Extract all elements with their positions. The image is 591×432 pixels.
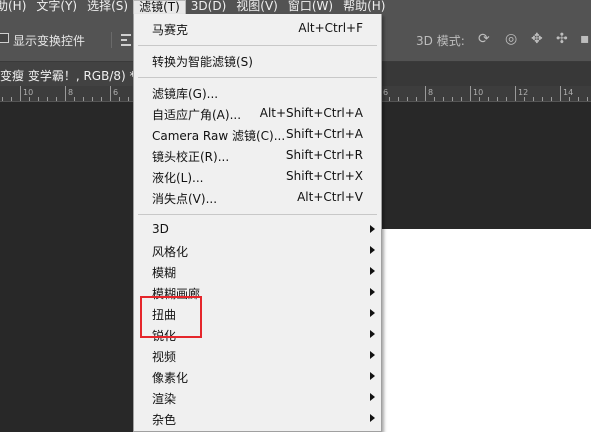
3d-drag-icon[interactable]: ✥ — [531, 30, 543, 48]
menu-item-pixelate[interactable]: 像素化 — [134, 366, 381, 387]
menu-window[interactable]: 窗口(W) — [283, 0, 338, 14]
submenu-arrow-icon — [370, 372, 375, 380]
ruler-tick — [416, 97, 417, 101]
ruler-tick — [461, 97, 462, 101]
submenu-arrow-icon — [370, 351, 375, 359]
ruler-tick — [587, 97, 588, 101]
ruler-tick — [470, 86, 471, 101]
ruler-number: 10 — [23, 88, 34, 97]
menu-item-3d[interactable]: 3D — [134, 219, 381, 240]
submenu-arrow-icon — [370, 225, 375, 233]
ruler-tick — [533, 97, 534, 101]
ruler-tick — [497, 97, 498, 101]
menu-item-convert-smart-filter[interactable]: 转换为智能滤镜(S) — [134, 50, 381, 71]
ruler-tick — [569, 97, 570, 101]
ruler-tick — [452, 97, 453, 101]
3d-scale-icon[interactable]: ▪ — [580, 30, 590, 48]
menu-divider — [138, 45, 377, 46]
document-tab[interactable]: 变瘦 变学霸！, RGB/8) * — [0, 62, 140, 86]
ruler-tick — [506, 97, 507, 101]
menu-item-lens-correction[interactable]: 镜头校正(R)... Shift+Ctrl+R — [134, 145, 381, 166]
menu-item-vanishing-point[interactable]: 消失点(V)... Alt+Ctrl+V — [134, 187, 381, 208]
ruler-tick — [551, 97, 552, 101]
document-canvas[interactable] — [382, 229, 591, 432]
ruler-tick — [389, 97, 390, 101]
align-top-icon[interactable] — [121, 33, 131, 47]
menu-filter[interactable]: 滤镜(T) — [133, 0, 186, 14]
ruler-tick — [434, 97, 435, 101]
ruler-tick — [20, 86, 21, 101]
menu-item-liquify[interactable]: 液化(L)... Shift+Ctrl+X — [134, 166, 381, 187]
ruler-number: 8 — [68, 88, 74, 97]
ruler-tick — [29, 97, 30, 101]
options-separator — [111, 32, 112, 48]
ruler-tick — [83, 97, 84, 101]
ruler-tick — [578, 97, 579, 101]
show-transform-checkbox[interactable] — [0, 33, 9, 43]
ruler-tick — [560, 86, 561, 101]
ruler-number: 14 — [563, 88, 574, 97]
ruler-tick — [56, 97, 57, 101]
ruler-tick — [65, 86, 66, 101]
ruler-number: 12 — [518, 88, 529, 97]
ruler-tick — [515, 86, 516, 101]
ruler-number: 10 — [473, 88, 484, 97]
submenu-arrow-icon — [370, 414, 375, 422]
highlight-box-distort — [140, 296, 202, 338]
menu-item-stylize[interactable]: 风格化 — [134, 240, 381, 261]
ruler-tick — [542, 97, 543, 101]
3d-roll-icon[interactable]: ◎ — [505, 30, 517, 48]
3d-slide-icon[interactable]: ✣ — [556, 30, 568, 48]
ruler-tick — [443, 97, 444, 101]
ruler-number: 6 — [383, 88, 389, 97]
submenu-arrow-icon — [370, 330, 375, 338]
ruler-tick — [488, 97, 489, 101]
menu-item-noise[interactable]: 杂色 — [134, 408, 381, 429]
submenu-arrow-icon — [370, 246, 375, 254]
ruler-tick — [119, 97, 120, 101]
ruler-tick — [92, 97, 93, 101]
menu-type[interactable]: 文字(Y) — [31, 0, 82, 14]
ruler-tick — [38, 97, 39, 101]
ruler-number: 8 — [428, 88, 434, 97]
filter-dropdown-menu: 马赛克 Alt+Ctrl+F 转换为智能滤镜(S) 滤镜库(G)... 自适应广… — [133, 14, 382, 432]
submenu-arrow-icon — [370, 393, 375, 401]
ruler-tick — [425, 86, 426, 101]
menu-view[interactable]: 视图(V) — [231, 0, 283, 14]
menu-item-video[interactable]: 视频 — [134, 345, 381, 366]
menu-bar: 助(H) 文字(Y) 选择(S) 滤镜(T) 3D(D) 视图(V) 窗口(W)… — [0, 0, 591, 14]
show-transform-label: 显示变换控件 — [13, 34, 86, 48]
menu-item-camera-raw[interactable]: Camera Raw 滤镜(C)... Shift+Ctrl+A — [134, 124, 381, 145]
menu-select[interactable]: 选择(S) — [82, 0, 133, 14]
document-tab-title: 变瘦 变学霸！, RGB/8) * — [0, 69, 136, 83]
ruler-tick — [101, 97, 102, 101]
menu-item-adaptive-wide-angle[interactable]: 自适应广角(A)... Alt+Shift+Ctrl+A — [134, 103, 381, 124]
submenu-arrow-icon — [370, 288, 375, 296]
3d-rotate-icon[interactable]: ⟳ — [478, 30, 490, 48]
mode-3d-label: 3D 模式: — [416, 34, 465, 48]
ruler-tick — [47, 97, 48, 101]
menu-help[interactable]: 帮助(H) — [338, 0, 390, 14]
ruler-number: 6 — [113, 88, 119, 97]
menu-item-mosaic[interactable]: 马赛克 Alt+Ctrl+F — [134, 18, 381, 39]
ruler-tick — [128, 97, 129, 101]
ruler-tick — [479, 97, 480, 101]
menu-help-partial[interactable]: 助(H) — [0, 0, 31, 14]
submenu-arrow-icon — [370, 267, 375, 275]
menu-divider — [138, 214, 377, 215]
menu-divider — [138, 77, 377, 78]
menu-item-render[interactable]: 渲染 — [134, 387, 381, 408]
ruler-tick — [398, 97, 399, 101]
menu-item-filter-gallery[interactable]: 滤镜库(G)... — [134, 82, 381, 103]
ruler-tick — [524, 97, 525, 101]
ruler-tick — [74, 97, 75, 101]
ruler-tick — [110, 86, 111, 101]
ruler-tick — [11, 97, 12, 101]
menu-item-blur[interactable]: 模糊 — [134, 261, 381, 282]
submenu-arrow-icon — [370, 309, 375, 317]
ruler-tick — [407, 97, 408, 101]
menu-3d[interactable]: 3D(D) — [186, 0, 231, 14]
ruler-tick — [2, 97, 3, 101]
